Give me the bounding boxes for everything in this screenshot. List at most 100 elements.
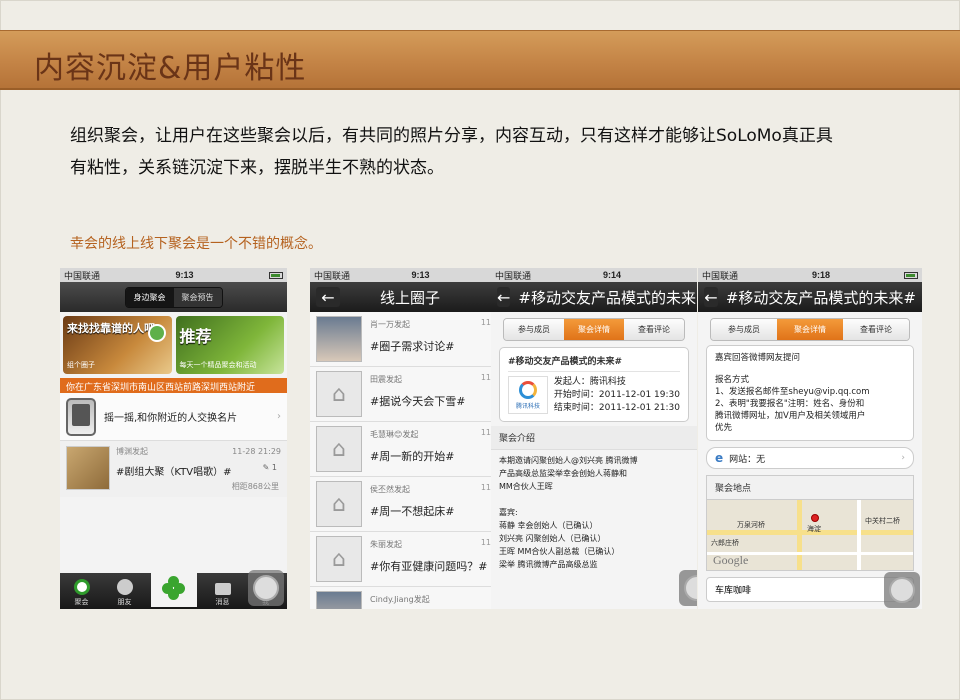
nav-bar: ← #移动交友产品模式的未来# bbox=[491, 282, 697, 312]
tab-messages[interactable]: 消息 bbox=[206, 583, 240, 607]
screen-nearby-events: 中国联通 9:13 身边聚会 聚会预告 来找找靠谱的人吧 组个圈子 推荐 每天一… bbox=[60, 268, 287, 609]
circle-count: 11 bbox=[480, 428, 491, 437]
circle-initiator: 侯丕然发起 bbox=[370, 485, 410, 494]
assistive-home-button[interactable] bbox=[884, 572, 920, 608]
circle-title: #你有亚健康问题吗？# bbox=[370, 560, 488, 573]
circle-list: 肖一万发起 #圈子需求讨论# 11 ⌂ 田震发起 #据说今天会下雪# 11 ⌂ 毛慧… bbox=[310, 312, 495, 609]
slide-subtitle: 幸会的线上线下聚会是一个不错的概念。 bbox=[70, 236, 322, 252]
seg-event-preview[interactable]: 聚会预告 bbox=[173, 287, 222, 307]
event-thumbnail bbox=[66, 446, 110, 490]
map-label: 中关村二桥 bbox=[865, 517, 900, 525]
circle-initiator: 毛慧琳😊发起 bbox=[370, 430, 419, 439]
status-bar: 中国联通 9:18 bbox=[698, 268, 922, 282]
map-label: 万泉河桥 bbox=[737, 521, 765, 529]
tab-details[interactable]: 聚会详情 bbox=[564, 319, 624, 340]
detail-tabs: 参与成员 聚会详情 查看评论 bbox=[710, 318, 910, 341]
event-row[interactable]: 博渊发起 #剧组大聚（KTV唱歌）# 11-28 21:29 ✎ 1 相距868… bbox=[60, 441, 287, 497]
assistive-home-button[interactable] bbox=[679, 570, 697, 606]
clock: 9:13 bbox=[411, 270, 430, 280]
status-bar: 中国联通 9:13 bbox=[310, 268, 495, 282]
carrier-label: 中国联通 bbox=[495, 270, 532, 281]
intro-text: 本期邀请闪聚创始人@刘兴亮 腾讯微博 产品高级总监梁举幸会创始人蒋静和 MM合伙… bbox=[491, 450, 697, 575]
assistive-home-button[interactable] bbox=[248, 570, 284, 606]
banner-find-people[interactable]: 来找找靠谱的人吧 组个圈子 bbox=[63, 316, 172, 374]
clock: 9:14 bbox=[603, 270, 622, 280]
browser-icon: e bbox=[715, 451, 724, 465]
tab-label: 朋友 bbox=[117, 598, 132, 606]
screen-online-circles: 中国联通 9:13 ← 线上圈子 肖一万发起 #圈子需求讨论# 11 ⌂ 田震发起… bbox=[310, 268, 495, 609]
nav-bar: 身边聚会 聚会预告 bbox=[60, 282, 287, 312]
nav-bar: ← 线上圈子 bbox=[310, 282, 495, 312]
seg-nearby-events[interactable]: 身边聚会 bbox=[125, 287, 174, 307]
intro-line: 本期邀请闪聚创始人@刘兴亮 腾讯微博 bbox=[499, 456, 638, 465]
slide-title: 内容沉淀&用户粘性 bbox=[34, 51, 307, 86]
tab-comments[interactable]: 查看评论 bbox=[624, 319, 684, 340]
chevron-right-icon: › bbox=[901, 453, 905, 463]
back-arrow-icon[interactable]: ← bbox=[704, 287, 718, 307]
back-arrow-icon[interactable]: ← bbox=[316, 287, 340, 307]
website-row[interactable]: e 网站：无 › bbox=[706, 447, 914, 469]
circle-thumbnail bbox=[316, 316, 362, 362]
screen-event-location: 中国联通 9:18 ← #移动交友产品模式的未来# 参与成员 聚会详情 查看评论… bbox=[698, 268, 922, 609]
list-item[interactable]: ⌂ 毛慧琳😊发起 #周一新的开始# 11 bbox=[310, 422, 495, 477]
phone-icon bbox=[66, 397, 96, 436]
intro-line: 刘兴亮 闪聚创始人（已确认） bbox=[499, 534, 606, 543]
location-bar: 你在广东省深圳市南山区西站前路深圳西站附近 bbox=[60, 378, 287, 393]
google-logo: Google bbox=[713, 553, 749, 567]
chevron-right-icon: › bbox=[277, 411, 281, 422]
card-line: 2、表明"我要报名"注明：姓名、身份和 bbox=[715, 399, 865, 409]
carrier-label: 中国联通 bbox=[314, 270, 351, 281]
screen-event-detail: 中国联通 9:14 ← #移动交友产品模式的未来# 参与成员 聚会详情 查看评论… bbox=[491, 268, 697, 609]
banner-subtitle: 组个圈子 bbox=[67, 361, 95, 369]
placeholder-image-icon: ⌂ bbox=[316, 426, 362, 472]
people-icon bbox=[116, 579, 133, 595]
tab-members[interactable]: 参与成员 bbox=[711, 319, 777, 340]
list-item[interactable]: Cindy.Jiang发起 bbox=[310, 587, 495, 609]
tab-friends[interactable]: 朋友 bbox=[108, 579, 142, 607]
logo-name: 腾讯科技 bbox=[515, 402, 540, 410]
tab-members[interactable]: 参与成员 bbox=[504, 319, 564, 340]
screen-title: #移动交友产品模式的未来# bbox=[518, 288, 697, 307]
card-line: 报名方式 bbox=[715, 375, 750, 385]
card-line: 优先 bbox=[715, 423, 733, 433]
list-item[interactable]: ⌂ 侯丕然发起 #周一不想起床# 11 bbox=[310, 477, 495, 532]
status-bar: 中国联通 9:14 bbox=[491, 268, 697, 282]
event-distance: 相距868公里 bbox=[231, 482, 279, 491]
map-view[interactable]: 万泉河桥 六郎庄桥 中关村二桥 海淀 Google bbox=[706, 499, 914, 571]
logo-ring bbox=[518, 380, 537, 399]
placeholder-image-icon: ⌂ bbox=[316, 536, 362, 582]
list-item[interactable]: 肖一万发起 #圈子需求讨论# 11 bbox=[310, 312, 495, 367]
circle-thumbnail bbox=[316, 591, 362, 609]
circle-title: #周一不想起床# bbox=[370, 505, 455, 518]
initiator: 发起人：腾讯科技 bbox=[553, 377, 626, 387]
card-line: 嘉宾回答微博网友提问 bbox=[715, 353, 801, 363]
list-item[interactable]: ⌂ 朱丽发起 #你有亚健康问题吗？# 11 bbox=[310, 532, 495, 587]
segmented-control: 身边聚会 聚会预告 bbox=[124, 286, 223, 308]
intro-line bbox=[499, 493, 689, 506]
nav-bar: ← #移动交友产品模式的未来# bbox=[698, 282, 922, 312]
battery-icon bbox=[269, 271, 283, 279]
map-label: 海淀 bbox=[807, 525, 821, 533]
tab-details[interactable]: 聚会详情 bbox=[777, 319, 843, 340]
event-info-card: #移动交友产品模式的未来# 腾讯科技 发起人：腾讯科技 开始时间：2011-12… bbox=[499, 347, 689, 422]
list-item[interactable]: ⌂ 田震发起 #据说今天会下雪# 11 bbox=[310, 367, 495, 422]
intro-line: MM合伙人王晖 bbox=[499, 482, 553, 491]
tab-comments[interactable]: 查看评论 bbox=[843, 319, 909, 340]
banner-recommend[interactable]: 推荐 每天一个精品聚会和活动 bbox=[175, 316, 284, 374]
back-arrow-icon[interactable]: ← bbox=[497, 287, 511, 307]
title-band: 内容沉淀&用户粘性 bbox=[0, 30, 960, 90]
screen-title: #移动交友产品模式的未来# bbox=[725, 288, 916, 307]
tab-home[interactable] bbox=[150, 569, 197, 607]
status-bar: 中国联通 9:13 bbox=[60, 268, 287, 282]
venue-row[interactable]: 车库咖啡 bbox=[706, 577, 914, 602]
circle-title: #据说今天会下雪# bbox=[370, 395, 466, 408]
shake-exchange-row[interactable]: 摇一摇,和你附近的人交换名片 › bbox=[60, 393, 287, 441]
intro-heading: 聚会介绍 bbox=[491, 426, 697, 450]
screen-title: 线上圈子 bbox=[380, 288, 441, 307]
tab-label: 聚会 bbox=[74, 598, 89, 606]
banner-title: 推荐 bbox=[179, 327, 212, 346]
tab-events[interactable]: 聚会 bbox=[65, 579, 99, 607]
carrier-label: 中国联通 bbox=[64, 270, 101, 281]
clover-icon bbox=[147, 324, 166, 342]
circle-title: #圈子需求讨论# bbox=[370, 340, 455, 353]
